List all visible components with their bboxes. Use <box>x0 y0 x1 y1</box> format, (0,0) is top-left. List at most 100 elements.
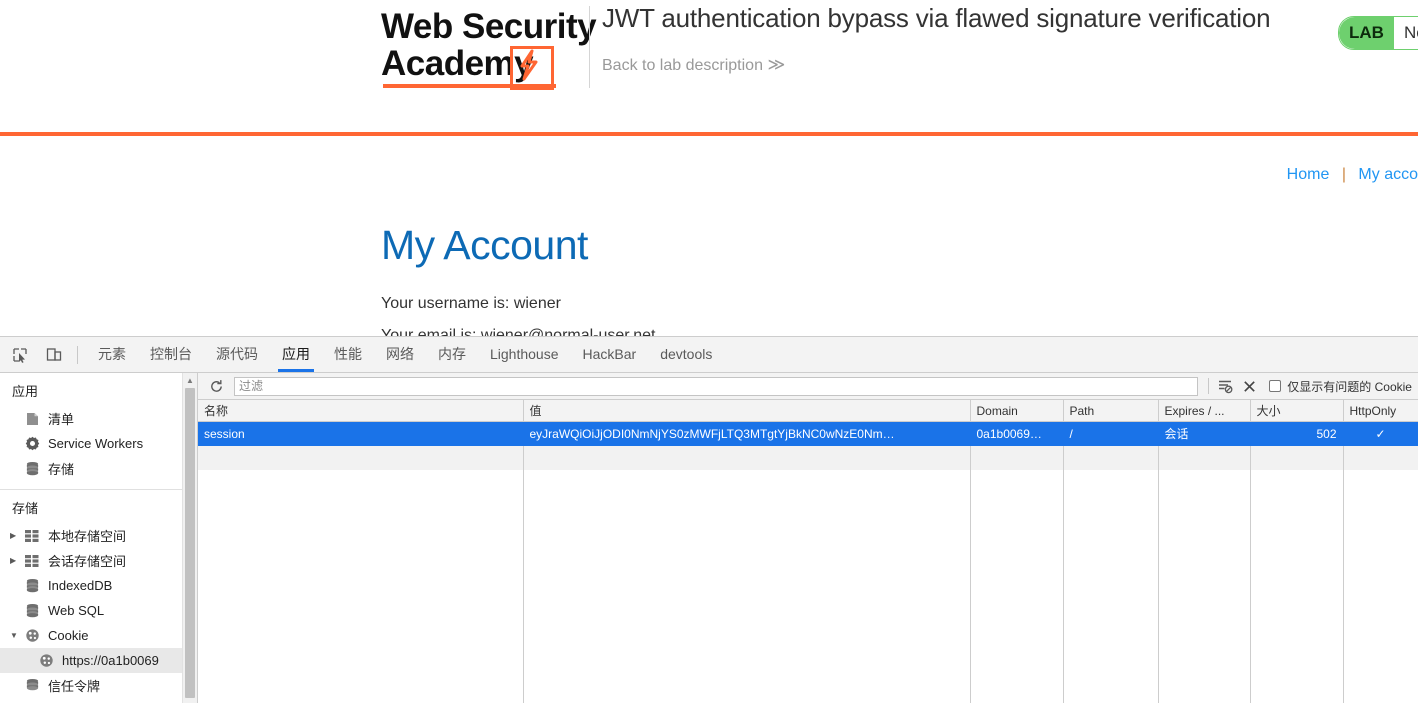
column-guide <box>523 449 524 703</box>
tab-performance[interactable]: 性能 <box>322 337 374 372</box>
cell-cookie-domain[interactable]: 0a1b0069… <box>970 421 1064 446</box>
sidebar-section-application: 应用 <box>12 384 39 399</box>
cell-cookie-expires[interactable]: 会话 <box>1158 421 1251 446</box>
empty-cell <box>523 445 971 470</box>
tab-application[interactable]: 应用 <box>270 337 322 372</box>
cell-cookie-value[interactable]: eyJraWQiOiJjODI0NmNjYS0zMWFjLTQ3MTgtYjBk… <box>523 421 971 446</box>
back-link-label: Back to lab description <box>602 57 763 74</box>
chevron-right-icon[interactable]: ▶ <box>10 531 22 540</box>
cookie-icon <box>36 653 56 668</box>
web-security-academy-logo[interactable]: Web Security Academy <box>381 7 597 90</box>
column-header-httponly[interactable]: HttpOnly <box>1343 400 1418 422</box>
sidebar-item-manifest[interactable]: 清单 <box>0 406 197 431</box>
empty-cell <box>198 445 524 470</box>
chevron-right-icon: ≫ <box>767 55 785 74</box>
tab-hackbar[interactable]: HackBar <box>571 337 649 372</box>
tab-network[interactable]: 网络 <box>374 337 426 372</box>
nav-link-home[interactable]: Home <box>1287 166 1330 183</box>
sidebar-item-trust-tokens[interactable]: 信任令牌 <box>0 673 197 698</box>
nav-separator: | <box>1341 166 1346 183</box>
column-header-size[interactable]: 大小 <box>1250 400 1344 422</box>
toolbar-separator <box>1208 378 1210 394</box>
cookie-filter-input[interactable] <box>234 376 1199 396</box>
cell-cookie-name[interactable]: session <box>198 421 524 446</box>
tab-console[interactable]: 控制台 <box>138 337 204 372</box>
sidebar-item-storage-label: 存储 <box>48 462 75 477</box>
empty-cell <box>970 445 1064 470</box>
sidebar-item-local-storage-label: 本地存储空间 <box>48 529 127 544</box>
sidebar-item-manifest-label: 清单 <box>48 412 75 427</box>
tab-elements[interactable]: 元素 <box>86 337 138 372</box>
devtools-panel: 元素 控制台 源代码 应用 性能 网络 内存 Lighthouse HackBa… <box>0 336 1418 703</box>
sidebar-item-web-sql[interactable]: Web SQL <box>0 598 197 623</box>
column-header-name[interactable]: 名称 <box>198 400 524 422</box>
sidebar-item-session-storage[interactable]: ▶ 会话存储空间 <box>0 548 197 573</box>
chevron-down-icon[interactable]: ▼ <box>10 631 22 640</box>
database-icon <box>22 461 42 476</box>
clear-all-cookies-icon[interactable] <box>1237 375 1261 397</box>
back-to-lab-description-link[interactable]: Back to lab description ≫ <box>602 55 785 75</box>
empty-cell <box>1063 445 1159 470</box>
sidebar-scrollbar[interactable]: ▲ <box>182 373 197 703</box>
column-header-value[interactable]: 值 <box>523 400 971 422</box>
sidebar-item-storage[interactable]: 存储 <box>0 456 197 481</box>
sidebar-item-cookie-origin-label: https://0a1b0069 <box>62 653 159 668</box>
toolbar-separator <box>77 345 78 364</box>
column-header-expires[interactable]: Expires / ... <box>1158 400 1251 422</box>
cookie-icon <box>22 628 42 643</box>
sidebar-item-cookie-label: Cookie <box>48 628 89 643</box>
empty-cell <box>1343 445 1418 470</box>
nav-link-my-account[interactable]: My acco <box>1358 166 1418 183</box>
logo-line-1: Web Security <box>381 7 597 46</box>
site-nav-links: Home | My acco <box>1287 166 1418 184</box>
application-sidebar: 应用 清单 Service Workers 存储 存储 ▶ 本地存储空间 ▶ 会… <box>0 373 198 703</box>
cookies-table: 名称 值 Domain Path Expires / ... 大小 HttpOn… <box>198 400 1418 470</box>
cell-cookie-size[interactable]: 502 <box>1250 421 1344 446</box>
gear-icon <box>22 436 42 451</box>
sidebar-item-cookie-origin[interactable]: https://0a1b0069 <box>0 648 197 673</box>
tab-memory[interactable]: 内存 <box>426 337 478 372</box>
header-divider <box>589 6 590 88</box>
sidebar-item-local-storage[interactable]: ▶ 本地存储空间 <box>0 523 197 548</box>
devtools-main: 应用 清单 Service Workers 存储 存储 ▶ 本地存储空间 ▶ 会… <box>0 373 1418 703</box>
table-row[interactable]: session eyJraWQiOiJjODI0NmNjYS0zMWFjLTQ3… <box>198 421 1418 446</box>
clear-filtered-cookies-icon[interactable] <box>1213 375 1237 397</box>
cookies-toolbar: 仅显示有问题的 Cookie <box>198 373 1418 400</box>
inspect-element-icon[interactable] <box>6 341 34 369</box>
cell-cookie-httponly[interactable]: ✓ <box>1343 421 1418 446</box>
device-toolbar-icon[interactable] <box>40 341 68 369</box>
database-icon <box>22 578 42 593</box>
table-icon <box>22 529 42 542</box>
only-problematic-cookies-checkbox[interactable] <box>1269 380 1282 392</box>
tab-lighthouse[interactable]: Lighthouse <box>478 337 571 372</box>
column-header-path[interactable]: Path <box>1063 400 1159 422</box>
devtools-tab-bar: 元素 控制台 源代码 应用 性能 网络 内存 Lighthouse HackBa… <box>0 337 1418 373</box>
column-header-domain[interactable]: Domain <box>970 400 1064 422</box>
sidebar-item-trust-tokens-label: 信任令牌 <box>48 679 101 694</box>
database-icon <box>22 678 42 693</box>
page-title: My Account <box>381 222 588 268</box>
chevron-right-icon[interactable]: ▶ <box>10 556 22 565</box>
sidebar-item-indexeddb-label: IndexedDB <box>48 578 113 593</box>
column-guide <box>1343 449 1344 703</box>
sidebar-item-indexeddb[interactable]: IndexedDB <box>0 573 197 598</box>
sidebar-item-cookie[interactable]: ▼ Cookie <box>0 623 197 648</box>
column-guide <box>1158 449 1159 703</box>
sidebar-item-service-workers[interactable]: Service Workers <box>0 431 197 456</box>
only-problematic-cookies-toggle[interactable]: 仅显示有问题的 Cookie <box>1269 378 1412 395</box>
tab-sources[interactable]: 源代码 <box>204 337 270 372</box>
tab-devtools[interactable]: devtools <box>648 337 724 372</box>
manifest-icon <box>22 412 42 426</box>
username-line: Your username is: wiener <box>381 295 561 312</box>
column-guide <box>1063 449 1064 703</box>
cell-cookie-path[interactable]: / <box>1063 421 1159 446</box>
empty-cell <box>1250 445 1344 470</box>
refresh-icon[interactable] <box>204 375 228 397</box>
column-guide <box>970 449 971 703</box>
only-problematic-cookies-label: 仅显示有问题的 Cookie <box>1287 379 1412 394</box>
sidebar-section-storage: 存储 <box>12 501 39 516</box>
sidebar-item-service-workers-label: Service Workers <box>48 436 144 451</box>
scrollbar-thumb[interactable] <box>185 388 195 698</box>
logo-lightning-mark <box>510 46 554 90</box>
scroll-up-icon[interactable]: ▲ <box>183 373 197 387</box>
